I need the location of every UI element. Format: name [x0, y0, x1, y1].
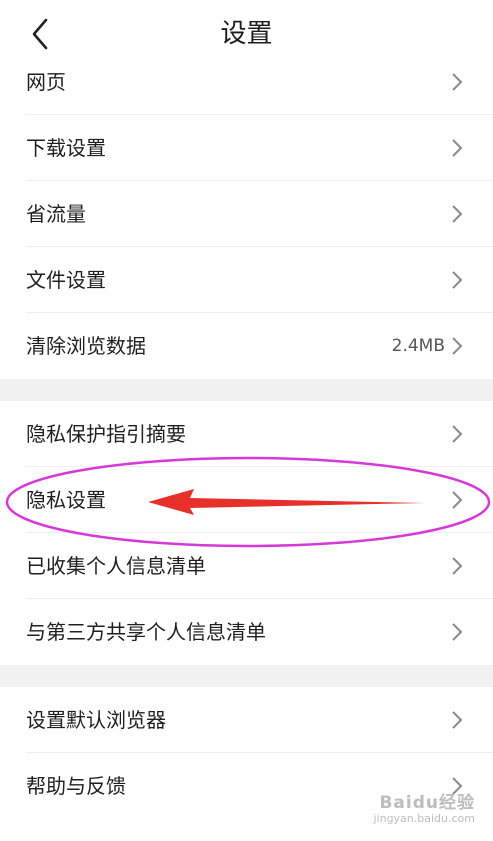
chevron-right-icon [452, 205, 463, 223]
settings-item-label: 设置默认浏览器 [26, 708, 166, 732]
section-gap [0, 665, 493, 687]
chevron-right-icon [452, 425, 463, 443]
chevron-right-icon [452, 491, 463, 509]
settings-item-collected-info[interactable]: 已收集个人信息清单 [0, 533, 493, 599]
chevron-right-icon [452, 623, 463, 641]
settings-item-default-browser[interactable]: 设置默认浏览器 [0, 687, 493, 753]
settings-item-label: 隐私保护指引摘要 [26, 422, 186, 446]
section-gap [0, 379, 493, 401]
settings-item-label: 下载设置 [26, 136, 106, 160]
settings-item-label: 清除浏览数据 [26, 334, 146, 358]
chevron-right-icon [452, 139, 463, 157]
settings-item-label: 已收集个人信息清单 [26, 554, 206, 578]
top-bar: 设置 [0, 0, 493, 66]
cache-size-value: 2.4MB [391, 336, 445, 356]
chevron-right-icon [452, 73, 463, 91]
chevron-right-icon [452, 271, 463, 289]
settings-item-label: 与第三方共享个人信息清单 [26, 620, 266, 644]
settings-item-file[interactable]: 文件设置 [0, 247, 493, 313]
settings-item-label: 隐私设置 [26, 488, 106, 512]
settings-item-clear-data[interactable]: 清除浏览数据 2.4MB [0, 313, 493, 379]
chevron-right-icon [452, 337, 463, 355]
settings-list: 网页 下载设置 省流量 文件设置 清除浏览数据 2.4MB 隐私保护指引摘要 隐… [0, 49, 493, 819]
page-title: 设置 [220, 19, 273, 49]
chevron-right-icon [452, 711, 463, 729]
settings-item-label: 帮助与反馈 [26, 774, 126, 798]
settings-item-download[interactable]: 下载设置 [0, 115, 493, 181]
settings-item-third-party-sharing[interactable]: 与第三方共享个人信息清单 [0, 599, 493, 665]
settings-item-privacy-summary[interactable]: 隐私保护指引摘要 [0, 401, 493, 467]
settings-item-privacy-settings[interactable]: 隐私设置 [0, 467, 493, 533]
settings-item-data-saver[interactable]: 省流量 [0, 181, 493, 247]
watermark: Baidu经验 jingyan.baidu.com [373, 793, 475, 826]
chevron-right-icon [452, 557, 463, 575]
settings-item-label: 省流量 [26, 202, 86, 226]
settings-item-label: 文件设置 [26, 268, 106, 292]
